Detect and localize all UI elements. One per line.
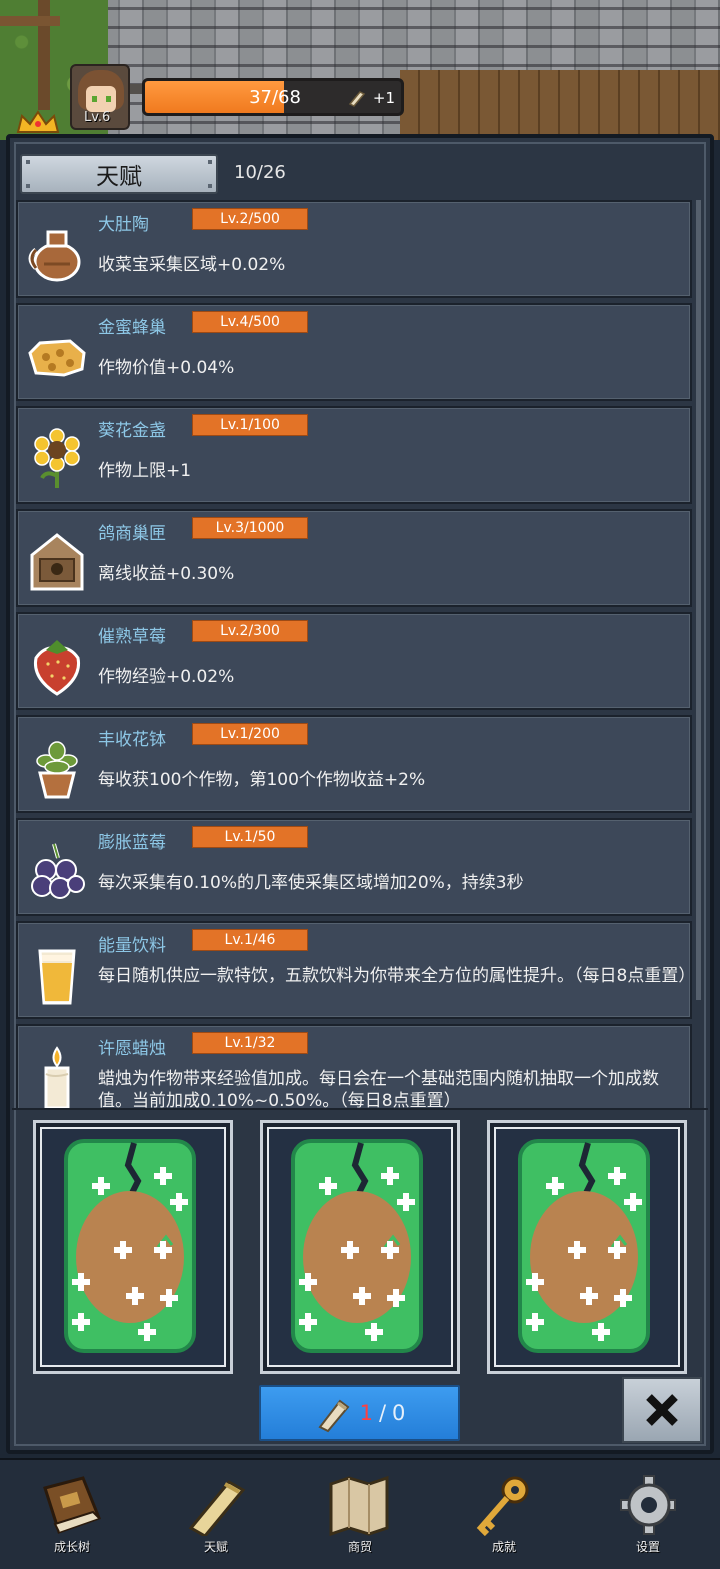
talent-card[interactable]: 许愿蜡烛 Lv.1/32 蜡烛为作物带来经验值加成。每日会在一个基础范围内随机抽… <box>16 1024 692 1108</box>
nav-item-talent[interactable]: 天赋 <box>144 1460 288 1569</box>
talent-description: 离线收益+0.30% <box>98 564 235 584</box>
scroll-icon <box>188 1480 246 1536</box>
talent-name: 催熟草莓 <box>98 627 166 647</box>
scroll-separator: / <box>378 1401 387 1425</box>
talent-card[interactable]: 葵花金盏 Lv.1/100 作物上限+1 <box>16 406 692 504</box>
honeycomb-icon <box>28 339 86 377</box>
talent-list[interactable]: 大肚陶 Lv.2/500 收菜宝采集区域+0.02% 金蜜蜂巢 Lv.4/500… <box>16 200 694 1108</box>
talent-card[interactable]: 丰收花钵 Lv.1/200 每收获100个作物，第100个作物收益+2% <box>16 715 692 813</box>
talent-description: 每次采集有0.10%的几率使采集区域增加20%，持续3秒 <box>98 873 524 893</box>
talent-name: 金蜜蜂巢 <box>98 318 166 338</box>
talent-draw-card[interactable] <box>33 1120 233 1374</box>
talent-tab[interactable]: 天赋 <box>20 154 218 194</box>
talent-description: 每日随机供应一款特饮，五款饮料为你带来全方位的属性提升。（每日8点重置） <box>98 966 694 986</box>
talent-level-badge: Lv.4/500 <box>192 311 308 333</box>
xp-progress-bar: 37/68 +1 <box>142 78 404 116</box>
talent-name: 许愿蜡烛 <box>98 1039 166 1059</box>
talent-card[interactable]: 能量饮料 Lv.1/46 每日随机供应一款特饮，五款饮料为你带来全方位的属性提升… <box>16 921 694 1019</box>
nav-item-trade[interactable]: 商贸 <box>288 1460 432 1569</box>
close-icon <box>646 1394 678 1426</box>
candle-icon <box>44 1046 70 1108</box>
talent-card[interactable]: 催熟草莓 Lv.2/300 作物经验+0.02% <box>16 612 692 710</box>
scroll-total: 0 <box>392 1401 406 1425</box>
talent-description: 作物上限+1 <box>98 461 192 481</box>
game-screen: { "player": { "level_label": "Lv.6", "xp… <box>0 0 720 1569</box>
talent-progress: 10/26 <box>234 162 286 183</box>
talent-tab-label: 天赋 <box>96 164 142 190</box>
talent-name: 膨胀蓝莓 <box>98 833 166 853</box>
nav-label: 成就 <box>491 1540 516 1554</box>
talent-name: 能量饮料 <box>98 936 166 956</box>
nav-item-growth-tree[interactable]: 成长树 <box>0 1460 144 1569</box>
panel-divider <box>12 1108 708 1110</box>
talent-name: 葵花金盏 <box>98 421 166 441</box>
scroll-count: 1 <box>359 1401 373 1425</box>
talent-description: 作物价值+0.04% <box>98 358 235 378</box>
talent-card[interactable]: 鸽商巢匣 Lv.3/1000 离线收益+0.30% <box>16 509 692 607</box>
talent-description: 收菜宝采集区域+0.02% <box>98 255 286 275</box>
talent-level-badge: Lv.1/200 <box>192 723 308 745</box>
crown-icon <box>16 110 60 133</box>
talent-level-badge: Lv.3/1000 <box>192 517 308 539</box>
talent-list-scrollbar[interactable] <box>696 200 701 1000</box>
nav-label: 天赋 <box>203 1540 228 1554</box>
energy-drink-icon <box>38 949 76 1005</box>
nav-label: 设置 <box>635 1540 660 1554</box>
map-icon <box>329 1475 389 1536</box>
talent-description: 蜡烛为作物带来经验值加成。每日会在一个基础范围内随机抽取一个加成数值。当前加成0… <box>98 1069 659 1108</box>
nav-item-settings[interactable]: 设置 <box>576 1460 720 1569</box>
talent-description: 作物经验+0.02% <box>98 667 235 687</box>
talent-card[interactable]: 金蜜蜂巢 Lv.4/500 作物价值+0.04% <box>16 303 692 401</box>
talent-draw-card[interactable] <box>487 1120 687 1374</box>
nav-label: 成长树 <box>53 1540 90 1554</box>
birdhouse-icon <box>30 533 84 591</box>
talent-card-back-icon <box>518 1139 650 1353</box>
talent-level-badge: Lv.1/100 <box>192 414 308 436</box>
talent-name: 鸽商巢匣 <box>98 524 166 544</box>
scroll-icon <box>348 91 366 107</box>
scroll-icon <box>318 1399 350 1433</box>
talent-level-badge: Lv.1/50 <box>192 826 308 848</box>
scroll-bonus: +1 <box>372 89 395 107</box>
flower-pot-icon <box>36 741 78 799</box>
talent-name: 丰收花钵 <box>98 730 166 750</box>
bottom-nav: 成长树 天赋 商贸 成就 设置 <box>0 1458 720 1569</box>
talent-draw-card[interactable] <box>260 1120 460 1374</box>
blueberry-icon <box>31 843 85 899</box>
sunflower-icon <box>34 428 80 488</box>
draw-talent-button[interactable]: 1 / 0 <box>259 1385 460 1441</box>
nav-label: 商贸 <box>347 1540 372 1554</box>
talent-card[interactable]: 膨胀蓝莓 Lv.1/50 每次采集有0.10%的几率使采集区域增加20%，持续3… <box>16 818 692 916</box>
talent-name: 大肚陶 <box>98 215 149 235</box>
talent-card[interactable]: 大肚陶 Lv.2/500 收菜宝采集区域+0.02% <box>16 200 692 298</box>
book-icon <box>43 1476 101 1534</box>
talent-level-badge: Lv.1/32 <box>192 1032 308 1054</box>
talent-card-back-icon <box>291 1139 423 1353</box>
gear-icon <box>620 1475 676 1535</box>
key-icon <box>476 1476 529 1536</box>
talent-level-badge: Lv.1/46 <box>192 929 308 951</box>
pottery-jug-icon <box>28 230 81 282</box>
talent-level-badge: Lv.2/500 <box>192 208 308 230</box>
talent-description: 每收获100个作物，第100个作物收益+2% <box>98 770 426 790</box>
close-button[interactable] <box>622 1377 702 1443</box>
nav-item-achievement[interactable]: 成就 <box>432 1460 576 1569</box>
talent-card-back-icon <box>64 1139 196 1353</box>
strawberry-icon <box>33 640 81 696</box>
player-level: Lv.6 <box>84 110 111 125</box>
talent-level-badge: Lv.2/300 <box>192 620 308 642</box>
